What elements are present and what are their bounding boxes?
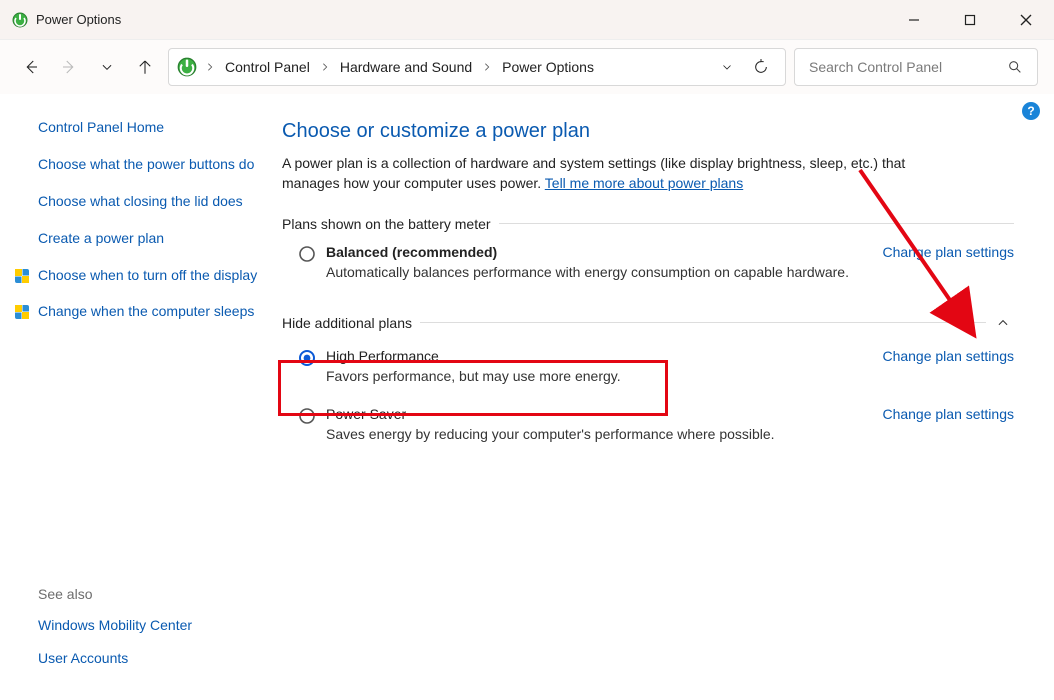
sidebar-item-power-buttons[interactable]: Choose what the power buttons do (38, 155, 258, 174)
sidebar: Control Panel Home Choose what the power… (0, 94, 270, 700)
search-icon (1007, 59, 1023, 75)
plan-high-performance: High Performance Favors performance, but… (282, 348, 1014, 384)
plan-name: Balanced (recommended) (326, 244, 882, 260)
section-shown-text: Plans shown on the battery meter (282, 216, 491, 232)
plan-desc: Favors performance, but may use more ene… (326, 368, 882, 384)
change-plan-settings-link[interactable]: Change plan settings (882, 244, 1014, 260)
see-also-label: See also (38, 586, 258, 602)
sidebar-item-closing-lid[interactable]: Choose what closing the lid does (38, 192, 258, 211)
back-button[interactable] (16, 52, 46, 82)
recent-locations-button[interactable] (92, 52, 122, 82)
page-title: Choose or customize a power plan (282, 120, 1014, 143)
see-also-user-accounts[interactable]: User Accounts (38, 649, 258, 668)
section-hide-label: Hide additional plans (282, 314, 1014, 332)
plan-balanced: Balanced (recommended) Automatically bal… (282, 244, 1014, 280)
see-also-mobility-center[interactable]: Windows Mobility Center (38, 616, 258, 635)
page-description: A power plan is a collection of hardware… (282, 153, 962, 194)
close-button[interactable] (998, 0, 1054, 40)
sidebar-item-create-plan[interactable]: Create a power plan (38, 229, 258, 248)
content-area: Control Panel Home Choose what the power… (0, 94, 1054, 700)
radio-high-performance[interactable] (298, 349, 316, 367)
address-bar[interactable]: Control Panel Hardware and Sound Power O… (168, 48, 786, 86)
power-options-icon (177, 57, 197, 77)
maximize-button[interactable] (942, 0, 998, 40)
sidebar-see-also: See also Windows Mobility Center User Ac… (38, 586, 258, 682)
plan-name: High Performance (326, 348, 882, 364)
plan-name: Power Saver (326, 406, 882, 422)
forward-button[interactable] (54, 52, 84, 82)
search-input[interactable] (809, 59, 1007, 75)
search-box[interactable] (794, 48, 1038, 86)
change-plan-settings-link[interactable]: Change plan settings (882, 348, 1014, 364)
refresh-button[interactable] (743, 55, 779, 79)
chevron-up-icon (996, 316, 1010, 330)
radio-power-saver[interactable] (298, 407, 316, 425)
chevron-right-icon[interactable] (318, 62, 332, 72)
power-options-app-icon (12, 12, 28, 28)
collapse-additional-plans-button[interactable] (992, 314, 1014, 332)
shield-icon (14, 268, 30, 284)
radio-balanced[interactable] (298, 245, 316, 263)
plan-desc: Saves energy by reducing your computer's… (326, 426, 882, 442)
plan-power-saver: Power Saver Saves energy by reducing you… (282, 406, 1014, 442)
up-button[interactable] (130, 52, 160, 82)
section-shown-label: Plans shown on the battery meter (282, 216, 1014, 232)
sidebar-item-computer-sleeps[interactable]: Change when the computer sleeps (38, 302, 258, 321)
shield-icon (14, 304, 30, 320)
sidebar-item-turn-off-display[interactable]: Choose when to turn off the display (38, 266, 258, 285)
main-pane: ? Choose or customize a power plan A pow… (270, 94, 1054, 700)
window-title: Power Options (36, 12, 121, 27)
section-hide-text: Hide additional plans (282, 315, 412, 331)
control-panel-home-link[interactable]: Control Panel Home (38, 118, 258, 137)
learn-more-link[interactable]: Tell me more about power plans (545, 175, 743, 191)
breadcrumb-cat[interactable]: Hardware and Sound (334, 55, 478, 79)
navbar: Control Panel Hardware and Sound Power O… (0, 40, 1054, 94)
chevron-right-icon[interactable] (203, 62, 217, 72)
history-dropdown-button[interactable] (711, 57, 743, 77)
breadcrumb-leaf[interactable]: Power Options (496, 55, 600, 79)
titlebar: Power Options (0, 0, 1054, 40)
plan-desc: Automatically balances performance with … (326, 264, 882, 280)
minimize-button[interactable] (886, 0, 942, 40)
help-button[interactable]: ? (1022, 102, 1040, 120)
change-plan-settings-link[interactable]: Change plan settings (882, 406, 1014, 422)
breadcrumb-root[interactable]: Control Panel (219, 55, 316, 79)
chevron-right-icon[interactable] (480, 62, 494, 72)
